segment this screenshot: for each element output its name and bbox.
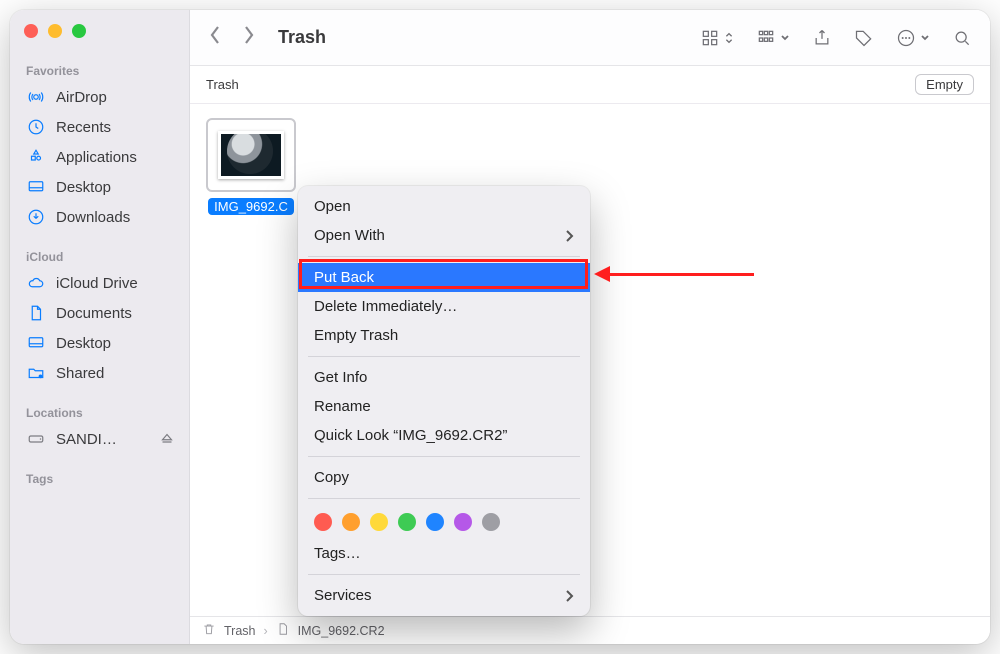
- zoom-window-button[interactable]: [72, 24, 86, 38]
- ctx-empty-trash[interactable]: Empty Trash: [298, 321, 590, 350]
- context-menu: Open Open With Put Back Delete Immediate…: [298, 186, 590, 616]
- ctx-divider: [308, 356, 580, 357]
- share-button[interactable]: [812, 28, 832, 48]
- sidebar-item-label: Documents: [56, 305, 132, 322]
- nav-back-button[interactable]: [208, 25, 222, 50]
- sidebar-item-airdrop[interactable]: AirDrop: [20, 82, 183, 112]
- sidebar-item-label: iCloud Drive: [56, 275, 138, 292]
- location-header: Trash Empty: [190, 66, 990, 104]
- airdrop-icon: [26, 88, 46, 106]
- main-pane: Trash: [190, 10, 990, 644]
- sidebar-item-recents[interactable]: Recents: [20, 112, 183, 142]
- close-window-button[interactable]: [24, 24, 38, 38]
- clock-icon: [26, 118, 46, 136]
- sidebar-item-label: Shared: [56, 365, 104, 382]
- file-thumbnail: [206, 118, 296, 192]
- ctx-services[interactable]: Services: [298, 581, 590, 610]
- minimize-window-button[interactable]: [48, 24, 62, 38]
- sidebar-item-icloud-drive[interactable]: iCloud Drive: [20, 268, 183, 298]
- sidebar-item-label: AirDrop: [56, 89, 107, 106]
- desktop-icon: [26, 178, 46, 196]
- eject-icon[interactable]: [157, 430, 177, 448]
- window-controls: [20, 24, 183, 58]
- toolbar: Trash: [190, 10, 990, 66]
- sidebar-item-label: Desktop: [56, 335, 111, 352]
- ctx-delete-immediately[interactable]: Delete Immediately…: [298, 292, 590, 321]
- ctx-open[interactable]: Open: [298, 192, 590, 221]
- empty-trash-button[interactable]: Empty: [915, 74, 974, 95]
- tag-color-orange[interactable]: [342, 513, 360, 531]
- path-segment[interactable]: IMG_9692.CR2: [298, 624, 385, 638]
- nav-arrows: [208, 25, 256, 50]
- tag-color-green[interactable]: [398, 513, 416, 531]
- downloads-icon: [26, 208, 46, 226]
- ctx-put-back[interactable]: Put Back: [298, 263, 590, 292]
- ctx-quick-look[interactable]: Quick Look “IMG_9692.CR2”: [298, 421, 590, 450]
- sidebar-item-external-drive[interactable]: SANDI…: [20, 424, 183, 454]
- applications-icon: [26, 148, 46, 166]
- tag-color-gray[interactable]: [482, 513, 500, 531]
- more-actions-button[interactable]: [896, 28, 930, 48]
- path-bar: Trash › IMG_9692.CR2: [190, 616, 990, 644]
- ctx-open-with[interactable]: Open With: [298, 221, 590, 250]
- search-button[interactable]: [952, 28, 972, 48]
- ctx-divider: [308, 574, 580, 575]
- ctx-tags[interactable]: Tags…: [298, 539, 590, 568]
- sidebar-item-label: Downloads: [56, 209, 130, 226]
- file-icon: [276, 622, 290, 639]
- shared-folder-icon: [26, 364, 46, 382]
- ctx-divider: [308, 498, 580, 499]
- sidebar-item-label: Applications: [56, 149, 137, 166]
- nav-forward-button[interactable]: [242, 25, 256, 50]
- sidebar-section-icloud: iCloud: [20, 244, 183, 268]
- sidebar-item-label: SANDI…: [56, 431, 117, 448]
- annotation-arrow: [608, 273, 754, 276]
- ctx-get-info[interactable]: Get Info: [298, 363, 590, 392]
- cloud-icon: [26, 274, 46, 292]
- tag-color-yellow[interactable]: [370, 513, 388, 531]
- trash-icon: [202, 622, 216, 639]
- sidebar-item-desktop[interactable]: Desktop: [20, 172, 183, 202]
- chevron-right-icon: ›: [264, 624, 268, 638]
- desktop-icon: [26, 334, 46, 352]
- ctx-rename[interactable]: Rename: [298, 392, 590, 421]
- drive-icon: [26, 430, 46, 448]
- tag-color-purple[interactable]: [454, 513, 472, 531]
- ctx-divider: [308, 256, 580, 257]
- group-by-button[interactable]: [756, 28, 790, 48]
- document-icon: [26, 304, 46, 322]
- location-title: Trash: [206, 77, 239, 92]
- path-segment[interactable]: Trash: [224, 624, 256, 638]
- file-label: IMG_9692.C: [208, 198, 294, 215]
- sidebar-item-shared[interactable]: Shared: [20, 358, 183, 388]
- sidebar-item-label: Recents: [56, 119, 111, 136]
- ctx-tag-colors: [298, 505, 590, 539]
- view-mode-button[interactable]: [700, 28, 734, 48]
- file-item[interactable]: IMG_9692.C: [206, 118, 296, 215]
- sidebar-item-downloads[interactable]: Downloads: [20, 202, 183, 232]
- sidebar-section-favorites: Favorites: [20, 58, 183, 82]
- tag-color-blue[interactable]: [426, 513, 444, 531]
- sidebar-item-applications[interactable]: Applications: [20, 142, 183, 172]
- sidebar: Favorites AirDrop Recents Applications D…: [10, 10, 190, 644]
- sidebar-item-documents[interactable]: Documents: [20, 298, 183, 328]
- ctx-copy[interactable]: Copy: [298, 463, 590, 492]
- sidebar-item-desktop-icloud[interactable]: Desktop: [20, 328, 183, 358]
- window-title: Trash: [278, 27, 326, 48]
- ctx-divider: [308, 456, 580, 457]
- tag-color-red[interactable]: [314, 513, 332, 531]
- tags-button[interactable]: [854, 28, 874, 48]
- sidebar-section-locations: Locations: [20, 400, 183, 424]
- finder-window: Favorites AirDrop Recents Applications D…: [10, 10, 990, 644]
- sidebar-section-tags: Tags: [20, 466, 183, 490]
- sidebar-item-label: Desktop: [56, 179, 111, 196]
